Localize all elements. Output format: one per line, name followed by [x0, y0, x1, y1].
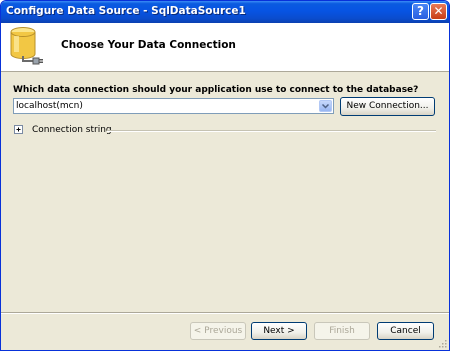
connection-combobox-value: localhost(mcn) [16, 101, 83, 111]
connection-string-label[interactable]: Connection string [32, 125, 112, 135]
page-title: Choose Your Data Connection [61, 39, 236, 51]
close-icon: ✕ [433, 4, 444, 18]
title-bar[interactable]: Configure Data Source - SqlDataSource1 ?… [1, 1, 449, 23]
database-connection-icon [10, 27, 43, 65]
chevron-down-icon [322, 104, 329, 109]
connection-string-expander[interactable] [14, 125, 23, 134]
next-button[interactable]: Next > [251, 322, 307, 340]
wizard-header: Choose Your Data Connection [1, 23, 449, 72]
footer-separator [1, 312, 449, 314]
help-icon: ? [417, 4, 424, 18]
cancel-button[interactable]: Cancel [377, 322, 434, 340]
help-button[interactable]: ? [412, 3, 429, 20]
plus-icon [16, 127, 21, 132]
finish-button[interactable]: Finish [314, 322, 370, 340]
connection-combobox[interactable]: localhost(mcn) [13, 98, 334, 114]
window-title: Configure Data Source - SqlDataSource1 [6, 5, 246, 17]
previous-button[interactable]: < Previous [190, 322, 246, 340]
connection-question-label: Which data connection should your applic… [13, 85, 419, 95]
resize-grip-icon[interactable] [437, 338, 447, 348]
close-button[interactable]: ✕ [430, 3, 447, 20]
combobox-dropdown-button[interactable] [319, 100, 332, 112]
dialog-window: Configure Data Source - SqlDataSource1 ?… [0, 0, 450, 351]
connection-string-divider [107, 130, 436, 132]
new-connection-button[interactable]: New Connection... [340, 97, 435, 116]
